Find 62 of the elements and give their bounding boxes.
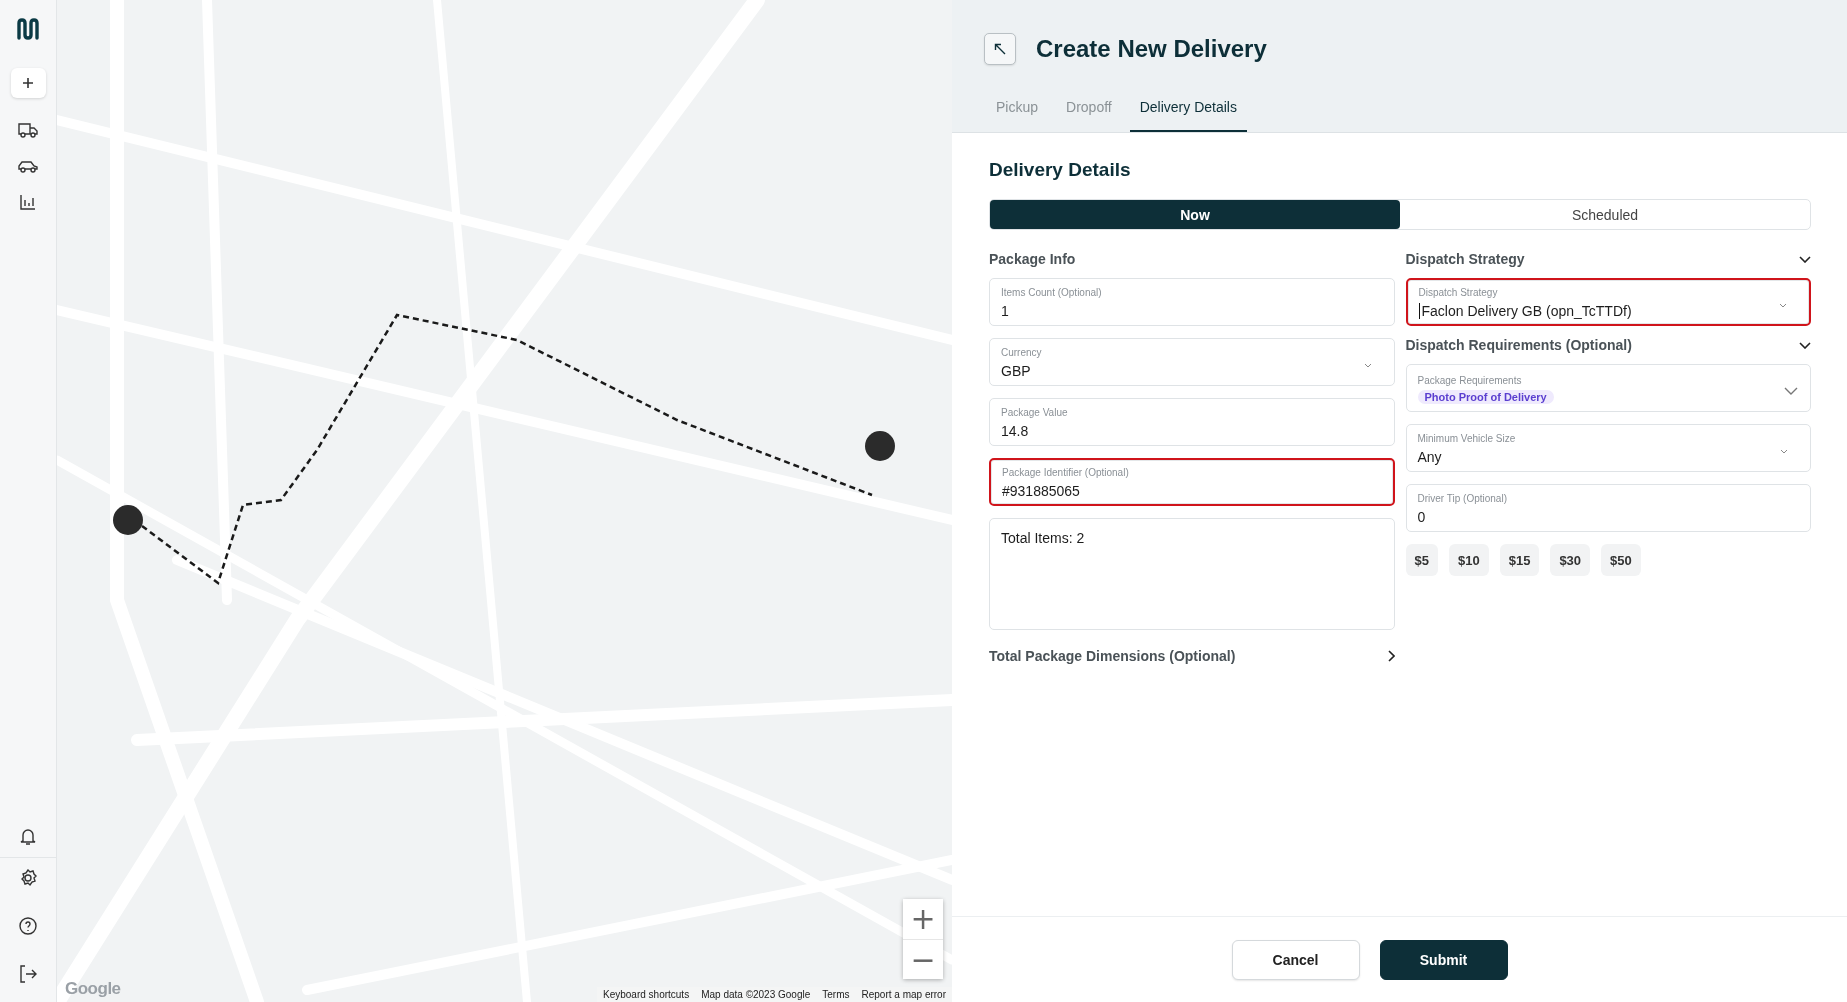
chevron-down-icon [1780, 448, 1788, 454]
tag: Photo Proof of Delivery [1417, 389, 1554, 404]
field-label: Driver Tip (Optional) [1417, 492, 1508, 505]
chevron-down-icon [1363, 362, 1372, 368]
field-value: 1 [1001, 301, 1009, 320]
field-label: Items Count (Optional) [1001, 286, 1103, 299]
field-label: Dispatch Strategy [1418, 286, 1499, 299]
dropdown[interactable]: Currency GBP [989, 338, 1395, 386]
segment-option[interactable]: Now [990, 200, 1400, 229]
tab[interactable]: Delivery Details [1129, 93, 1247, 132]
chevron-down-icon[interactable] [1799, 341, 1811, 349]
back-button[interactable] [984, 33, 1016, 65]
section-title: Delivery Details [989, 159, 1132, 181]
field-label: Minimum Vehicle Size [1417, 432, 1517, 445]
tip-button[interactable]: $50 [1601, 544, 1641, 576]
section-heading: Package Info [989, 251, 1076, 267]
tip-button[interactable]: $10 [1448, 544, 1489, 576]
field-value: GBP [1001, 361, 1031, 380]
dropdown[interactable]: Dispatch Strategy Faclon Delivery GB (opn_TcTTDf) [1405, 278, 1811, 326]
cancel-button[interactable]: Cancel [1231, 939, 1360, 980]
text-field[interactable]: Package Value 14.8 [989, 398, 1395, 446]
field-value: 14.8 [1001, 421, 1029, 440]
field-value: Faclon Delivery GB (opn_TcTTDf) [1421, 301, 1632, 320]
field-value: #931885065 [1002, 481, 1080, 500]
chevron-down-icon [1784, 387, 1798, 395]
chevron-right-icon [1387, 650, 1395, 662]
map-footer-link[interactable]: Map data ©2023 Google [701, 989, 811, 1000]
map-logo: Google [65, 979, 121, 999]
map-footer-link[interactable]: Keyboard shortcuts [603, 989, 690, 1000]
dropdown[interactable]: Minimum Vehicle Size Any [1405, 424, 1811, 472]
chevron-down-icon [1779, 302, 1787, 308]
page-title: Create New Delivery [1036, 35, 1267, 63]
text-field[interactable]: Items Count (Optional) 1 [989, 278, 1395, 326]
add-button[interactable] [10, 68, 46, 98]
tip-button[interactable]: $30 [1550, 544, 1591, 576]
zoom-in-button[interactable]: + [903, 899, 943, 939]
text-cursor [1418, 302, 1420, 319]
tip-button[interactable]: $15 [1499, 544, 1540, 576]
text-field[interactable]: Package Identifier (Optional) #931885065 [989, 458, 1395, 506]
section-heading: Dispatch Requirements (Optional) [1405, 337, 1632, 353]
arrow-icon [994, 43, 1006, 55]
text-field[interactable]: Driver Tip (Optional) 0 [1405, 484, 1811, 532]
submit-button[interactable]: Submit [1379, 939, 1508, 980]
segment-option[interactable]: Scheduled [1400, 200, 1810, 229]
tip-button[interactable]: $5 [1405, 544, 1438, 576]
expandable-section[interactable]: Total Package Dimensions (Optional) [989, 648, 1395, 664]
chevron-down-icon[interactable] [1799, 255, 1811, 263]
map-footer-link[interactable]: Report a map error [861, 989, 946, 1000]
field-value: Any [1417, 447, 1442, 466]
map-footer-link[interactable]: Terms [822, 989, 850, 1000]
field-label: Package Identifier (Optional) [1002, 466, 1130, 479]
dropdown[interactable]: Package Requirements Photo Proof of Delivery [1405, 364, 1811, 412]
section-heading: Dispatch Strategy [1405, 251, 1525, 267]
text-area[interactable]: Total Items: 2 [989, 518, 1395, 630]
field-label: Currency [1001, 346, 1043, 359]
field-value: Total Items: 2 [1001, 529, 1085, 547]
logo-icon [16, 18, 40, 40]
plus-icon [23, 78, 33, 88]
field-value: 0 [1417, 507, 1426, 526]
zoom-out-button[interactable]: − [903, 939, 943, 979]
field-label: Package Requirements [1417, 374, 1523, 387]
field-label: Package Value [1001, 406, 1069, 419]
